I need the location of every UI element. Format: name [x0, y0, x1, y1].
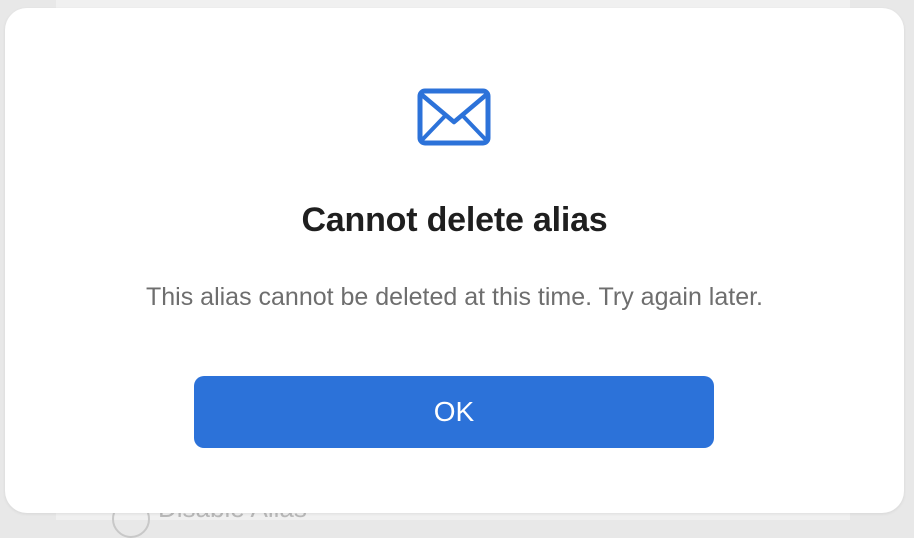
ok-button[interactable]: OK [194, 376, 714, 448]
dialog-message: This alias cannot be deleted at this tim… [145, 283, 763, 311]
dialog-title: Cannot delete alias [301, 201, 608, 239]
alert-dialog: Cannot delete alias This alias cannot be… [5, 8, 904, 513]
envelope-icon [417, 88, 491, 146]
